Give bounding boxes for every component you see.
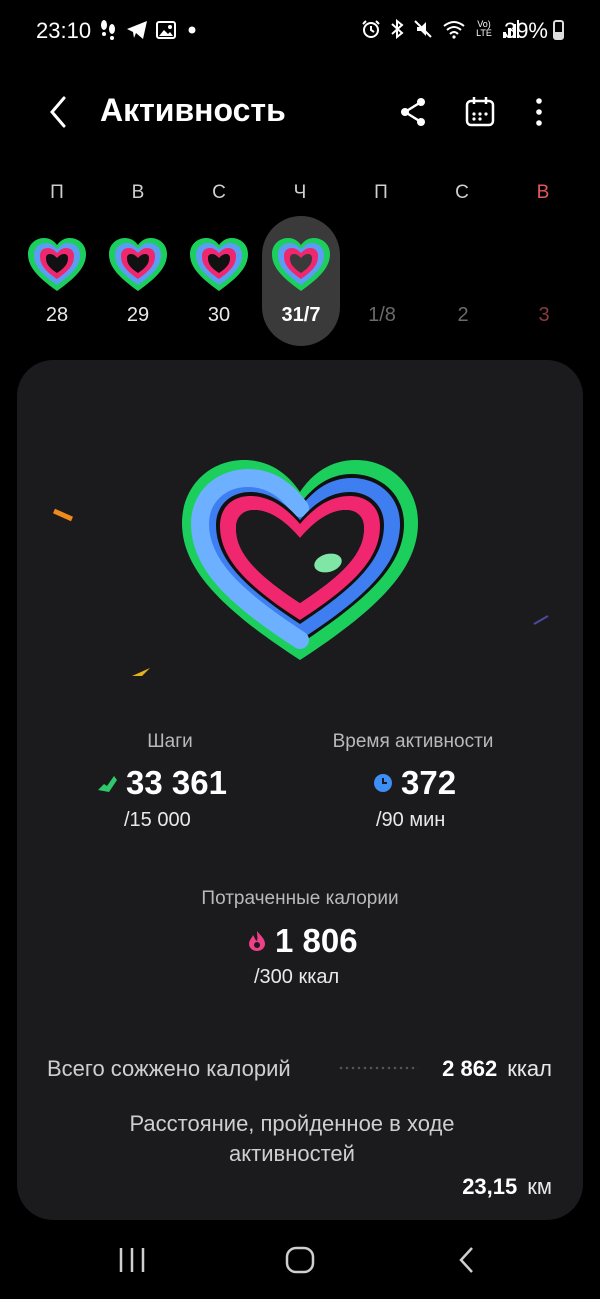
alarm-icon: [362, 20, 380, 38]
status-bar: 23:10 Vo) LTE 39%: [0, 0, 600, 62]
page-title: Активность: [100, 92, 286, 128]
confetti-decoration: [52, 508, 74, 522]
active-time-value-row: 372: [373, 764, 456, 802]
status-right-icons: Vo) LTE: [361, 19, 520, 39]
day-letter-tue: В: [131, 182, 145, 203]
confetti-decoration: [132, 668, 150, 676]
volte-icon: Vo) LTE: [476, 19, 492, 38]
distance-unit: км: [527, 1174, 552, 1199]
bluetooth-icon: [391, 19, 404, 39]
back-icon[interactable]: [40, 94, 76, 130]
calories-goal: /300 ккал: [254, 966, 340, 988]
activity-rings-heart: [182, 460, 418, 660]
day-heart-icon[interactable]: [26, 236, 88, 294]
day-heart-icon[interactable]: [107, 236, 169, 294]
telegram-icon: [127, 21, 147, 39]
day-number[interactable]: 29: [108, 304, 168, 327]
day-letter-thu: Ч: [293, 182, 307, 203]
day-letter-wed: С: [212, 182, 226, 203]
calories-value-row: 1 806: [247, 922, 358, 960]
day-heart-icon[interactable]: [270, 236, 332, 294]
day-number: 1/8: [368, 304, 396, 326]
calendar-icon[interactable]: [462, 94, 498, 130]
shoe-icon: [98, 776, 117, 792]
total-burned-value-row: 2 862 ккал: [442, 1056, 552, 1082]
active-time-label: Время активности: [332, 731, 494, 752]
total-burned-unit: ккал: [507, 1056, 552, 1081]
flame-icon: [249, 931, 265, 951]
gallery-icon: [156, 21, 176, 39]
dot-icon: [188, 26, 196, 34]
confetti-decoration: [533, 615, 549, 625]
steps-label: Шаги: [147, 731, 193, 752]
wifi-icon: [443, 21, 465, 39]
battery-percent: 39%: [503, 18, 548, 43]
battery-icon: [553, 20, 564, 40]
day-heart-icon[interactable]: [188, 236, 250, 294]
total-burned-label: Всего сожжено калорий: [47, 1056, 291, 1081]
nav-back-icon[interactable]: [448, 1240, 488, 1280]
day-number[interactable]: 28: [27, 304, 87, 327]
calories-value: 1 806: [275, 922, 358, 959]
share-icon[interactable]: [395, 94, 431, 130]
active-time-goal: /90 мин: [376, 809, 446, 831]
day-letter-sun: В: [536, 182, 550, 203]
day-number[interactable]: 30: [189, 304, 249, 327]
steps-value-row: 33 361: [96, 764, 227, 802]
home-icon[interactable]: [280, 1240, 320, 1280]
day-number: 3: [538, 304, 550, 326]
total-burned-value: 2 862: [442, 1056, 498, 1081]
recents-icon[interactable]: [112, 1240, 152, 1280]
active-time-value: 372: [401, 764, 457, 801]
steps-value: 33 361: [126, 764, 227, 801]
clock-icon: [374, 774, 392, 792]
mute-icon: [414, 20, 432, 38]
calories-label: Потраченные калории: [201, 888, 399, 909]
steps-goal: /15 000: [124, 809, 191, 831]
distance-value: 23,15: [462, 1174, 518, 1199]
dotted-leader: [338, 1066, 418, 1070]
day-letter-sat: С: [455, 182, 469, 203]
status-left-icons: [98, 19, 200, 41]
distance-label: Расстояние, пройденное в ходе активносте…: [129, 1111, 455, 1166]
more-vertical-icon[interactable]: [521, 94, 557, 130]
status-time: 23:10: [36, 18, 92, 43]
day-number-selected[interactable]: 31/7: [271, 304, 331, 327]
app-header: Активность: [0, 80, 600, 144]
day-letter-mon: П: [50, 182, 64, 203]
day-number: 2: [457, 304, 469, 326]
day-letter-fri: П: [374, 182, 388, 203]
distance-value-row: 23,15 км: [462, 1174, 552, 1200]
steps-icon: [101, 20, 115, 40]
